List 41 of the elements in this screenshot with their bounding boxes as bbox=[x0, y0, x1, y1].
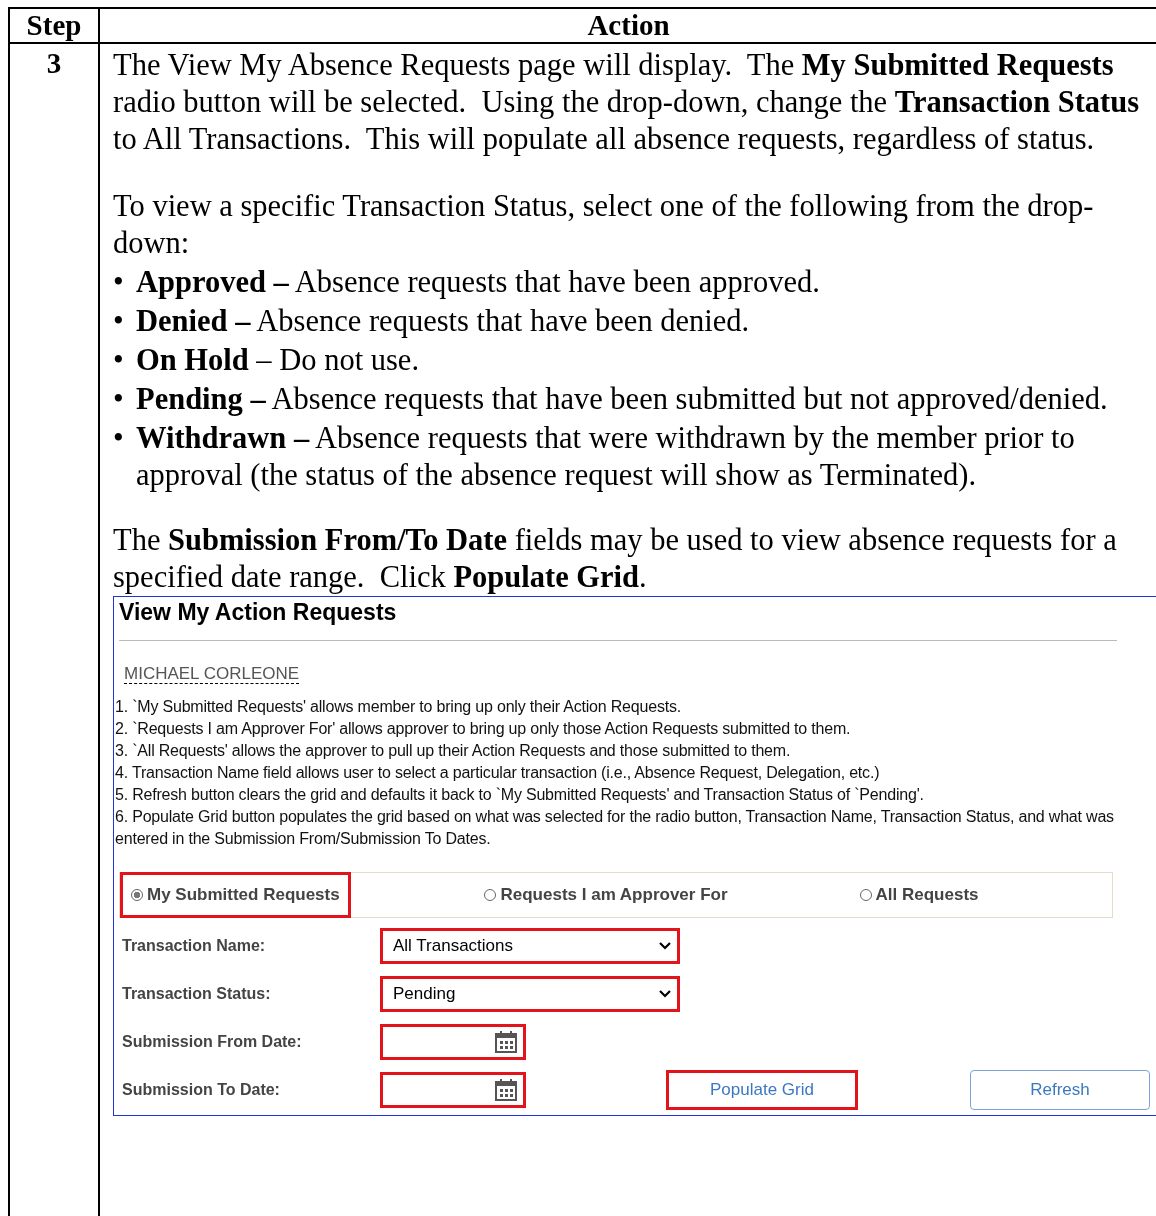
date-field[interactable] bbox=[380, 1024, 526, 1060]
chevron-down-icon bbox=[659, 990, 671, 998]
bullet-text: On Hold – Do not use. bbox=[136, 342, 421, 379]
calendar-icon[interactable] bbox=[495, 1031, 517, 1053]
dropdown-field[interactable]: All Transactions bbox=[380, 928, 680, 964]
chevron-down-icon bbox=[659, 942, 671, 950]
instruction-note: 4. Transaction Name field allows user to select a particular transaction (i.e., Absence Request, Delegation, etc.) bbox=[115, 763, 881, 783]
bullet-marker: • bbox=[113, 381, 125, 418]
field-label: Transaction Name: bbox=[121, 937, 267, 955]
paragraph: To view a specific Transaction Status, select one of the following from the drop-down: bbox=[113, 188, 1095, 262]
instruction-note: 3. `All Requests' allows the approver to pull up their Action Requests and those submitted to them. bbox=[115, 741, 792, 761]
field-label: Submission To Date: bbox=[121, 1081, 281, 1099]
field-label: Submission From Date: bbox=[121, 1033, 303, 1051]
paragraph: The Submission From/To Date fields may be used to view absence requests for a specified date range. Click Populate Grid. bbox=[113, 522, 1118, 596]
table-header-cell: Action bbox=[100, 9, 1156, 44]
dropdown-field[interactable]: Pending bbox=[380, 976, 680, 1012]
paragraph: The View My Absence Requests page will display. The My Submitted Requests radio button will be selected. Using the drop-down, change the Transaction Status to All Transactions. This will populate all absence requests, regardless of status. bbox=[113, 47, 1141, 158]
user-name: MICHAEL CORLEONE bbox=[124, 664, 300, 684]
step-number: 3 bbox=[46, 47, 62, 79]
bullet-text: Withdrawn – Absence requests that were withdrawn by the member prior to approval (the status of the absence request will show as Terminated). bbox=[136, 420, 1076, 494]
bullet-marker: • bbox=[113, 342, 125, 379]
bullet-marker: • bbox=[113, 303, 125, 340]
radio-option[interactable]: Requests I am Approver For bbox=[473, 872, 739, 918]
radio-option[interactable]: All Requests bbox=[848, 872, 990, 918]
bullet-text: Denied – Absence requests that have been denied. bbox=[136, 303, 751, 340]
table-header-cell: Step bbox=[10, 9, 100, 44]
instruction-note: 1. `My Submitted Requests' allows member to bring up only their Action Requests. bbox=[115, 697, 682, 717]
date-field[interactable] bbox=[380, 1072, 526, 1108]
action-button[interactable]: Refresh bbox=[970, 1070, 1150, 1110]
instruction-note: 6. Populate Grid button populates the grid based on what was selected for the radio button, Transaction Name, Transaction Status, and what was entered in the Submission From/Submission To Dates. bbox=[115, 807, 1115, 849]
field-label: Transaction Status: bbox=[121, 985, 272, 1003]
bullet-text: Pending – Absence requests that have been submitted but not approved/denied. bbox=[136, 381, 1109, 418]
bullet-marker: • bbox=[113, 264, 125, 301]
page-title: View My Action Requests bbox=[119, 599, 398, 626]
action-button[interactable]: Populate Grid bbox=[666, 1070, 858, 1110]
bullet-text: Approved – Absence requests that have been approved. bbox=[136, 264, 821, 301]
calendar-icon[interactable] bbox=[495, 1079, 517, 1101]
instruction-note: 5. Refresh button clears the grid and defaults it back to `My Submitted Requests' and Transaction Status of `Pending'. bbox=[115, 785, 925, 805]
bullet-marker: • bbox=[113, 420, 125, 457]
radio-option[interactable]: My Submitted Requests bbox=[120, 872, 351, 918]
instruction-note: 2. `Requests I am Approver For' allows approver to bring up only those Action Requests submitted to them. bbox=[115, 719, 852, 739]
